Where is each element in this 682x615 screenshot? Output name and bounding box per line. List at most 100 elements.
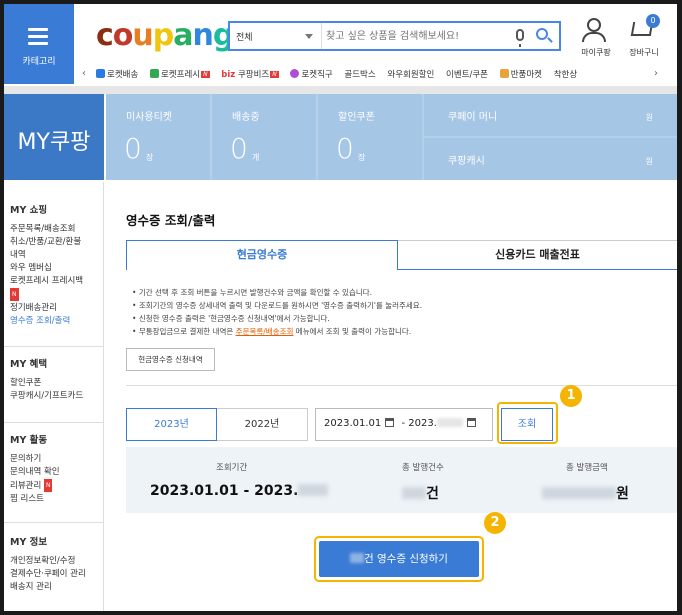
sidebar-item-inquiry[interactable]: 문의하기	[10, 453, 60, 466]
calendar-icon[interactable]	[466, 418, 476, 427]
sidebar-item-fresh-bag[interactable]: 로켓프레시 프레시백 N	[10, 275, 83, 302]
new-badge: N	[10, 288, 19, 301]
category-item-return-market[interactable]: 반품마켓	[499, 69, 542, 80]
summary-panel: 조회기간 2023.01.01 - 2023. 총 발행건수 건 총 발행금액 …	[126, 447, 677, 513]
microphone-icon[interactable]	[516, 29, 524, 47]
coupang-logo[interactable]: coupang	[96, 18, 234, 53]
chevron-down-icon	[305, 34, 313, 39]
calendar-icon[interactable]	[385, 418, 395, 427]
cash-label: 쿠팡캐시	[448, 156, 485, 167]
notice-item: 신청한 영수증 출력은 '현금영수증 신청내역'에서 가능합니다.	[132, 312, 422, 325]
category-item-rocket[interactable]: 로켓배송	[96, 69, 139, 80]
search-icon[interactable]	[536, 28, 548, 40]
category-item-goldbox[interactable]: 골드박스	[344, 70, 375, 80]
highlight-box-1	[497, 402, 558, 444]
stat-unit: 장	[358, 153, 366, 162]
sidebar-item-cancel-return-history[interactable]: 내역	[10, 249, 83, 262]
summary-amount-suffix: 원	[616, 486, 629, 502]
stat-in-delivery[interactable]: 배송중 0 개	[212, 94, 316, 180]
new-badge: N	[270, 71, 279, 78]
sidebar-item-subscription[interactable]: 정기배송관리	[10, 302, 83, 315]
stat-coupons[interactable]: 할인쿠폰 0 장	[318, 94, 422, 180]
sidebar-group-title: MY 혜택	[10, 359, 48, 370]
tab-cash-receipt[interactable]: 현금영수증	[126, 240, 398, 270]
sidebar-item-wishlist[interactable]: 찜 리스트	[10, 493, 60, 506]
sidebar-item-coupons[interactable]: 할인쿠폰	[10, 377, 83, 390]
summary-amount-label: 총 발행금액	[566, 463, 608, 473]
page-title: 영수증 조회/출력	[126, 213, 216, 228]
sidebar-item-address[interactable]: 배송지 관리	[10, 581, 86, 594]
stat-label: 할인쿠폰	[338, 112, 375, 123]
category-menu-button[interactable]: 카테고리	[4, 4, 74, 84]
cart-button[interactable]: 0 장바구니	[626, 14, 662, 58]
new-badge: N	[43, 479, 53, 492]
sidebar-item-payment[interactable]: 결제수단·쿠페이 관리	[10, 568, 86, 581]
stat-label: 배송중	[232, 112, 260, 123]
coupay-money[interactable]: 쿠페이 머니 원	[424, 94, 677, 136]
search-scope-select[interactable]: 전체	[230, 23, 322, 49]
date-to: 2023.	[408, 418, 437, 429]
sidebar: MY 쇼핑 주문목록/배송조회 취소/반품/교환/환불 내역 와우 멤버십 로켓…	[4, 182, 104, 611]
receipt-history-button[interactable]: 현금영수증 신청내역	[126, 348, 215, 371]
summary-amount-value: 원	[542, 483, 629, 503]
category-item-label: 로켓배송	[107, 70, 139, 80]
globe-icon	[290, 69, 300, 78]
chevron-right-icon[interactable]: ›	[654, 68, 658, 79]
stat-value: 0	[124, 132, 142, 165]
sidebar-item-reviews[interactable]: 리뷰관리 N	[10, 479, 60, 493]
year-2022-button[interactable]: 2022년	[217, 408, 308, 441]
rocket-icon	[96, 69, 105, 78]
sidebar-item-profile[interactable]: 개인정보확인/수정	[10, 555, 86, 568]
notice-item: 조회기간의 영수증 상세내역 출력 및 다운로드를 원하시면 '영수증 출력하기…	[132, 299, 422, 312]
sidebar-item-inquiry-history[interactable]: 문의내역 확인	[10, 466, 60, 479]
sidebar-group-info: MY 정보 개인정보확인/수정 결제수단·쿠페이 관리 배송지 관리	[10, 534, 86, 594]
sidebar-group-title: MY 활동	[10, 435, 48, 446]
stat-unit: 장	[146, 153, 154, 162]
user-icon-body	[582, 32, 606, 42]
summary-count-label: 총 발행건수	[402, 463, 444, 473]
notice-list: 기간 선택 후 조회 버튼을 누르시면 발행건수와 금액을 확인할 수 있습니다…	[132, 286, 422, 338]
user-icon	[587, 18, 601, 32]
sidebar-item-orders[interactable]: 주문목록/배송조회	[10, 223, 83, 236]
browser-frame: 카테고리 coupang 전체 마이쿠팡 0 장바구니 ‹ 로켓배송 로켓프레시…	[4, 4, 677, 611]
cash-label: 쿠페이 머니	[448, 112, 498, 123]
category-item-wow[interactable]: 와우회원할인	[387, 70, 434, 80]
summary-period-value: 2023.01.01 - 2023.	[150, 483, 329, 499]
chevron-left-icon[interactable]: ‹	[82, 68, 86, 79]
category-item-label: 쿠팡비즈	[237, 70, 270, 80]
sidebar-item-cash-giftcard[interactable]: 쿠팡캐시/기프트카드	[10, 390, 83, 403]
tab-card-slip[interactable]: 신용카드 매출전표	[398, 240, 677, 270]
mypage-button[interactable]: 마이쿠팡	[578, 18, 614, 58]
callout-badge-2: 2	[484, 512, 506, 534]
sidebar-divider	[4, 522, 104, 523]
sidebar-item-label: 리뷰관리	[10, 481, 42, 491]
sidebar-item-wow-membership[interactable]: 와우 멤버십	[10, 262, 83, 275]
summary-count-value: 건	[402, 483, 439, 503]
search-bar: 전체	[228, 21, 561, 51]
category-item-good[interactable]: 착한상	[554, 70, 577, 80]
sidebar-item-cancel-return[interactable]: 취소/반품/교환/환불	[10, 236, 83, 249]
sidebar-item-label: 로켓프레시 프레시백	[10, 276, 84, 286]
notice-item: 기간 선택 후 조회 버튼을 누르시면 발행건수와 금액을 확인할 수 있습니다…	[132, 286, 422, 299]
year-2023-button[interactable]: 2023년	[126, 408, 217, 441]
sidebar-group-activity: MY 활동 문의하기 문의내역 확인 리뷰관리 N 찜 리스트	[10, 432, 60, 506]
category-item-label: 반품마켓	[510, 70, 542, 80]
stat-unused-tickets[interactable]: 미사용티켓 0 장	[106, 94, 210, 180]
cash-unit: 원	[645, 113, 653, 122]
sidebar-divider	[4, 346, 104, 347]
my-coupang-title[interactable]: MY쿠팡	[4, 94, 104, 180]
search-input[interactable]	[326, 26, 506, 46]
date-range-input[interactable]: 2023.01.01 - 2023.	[315, 408, 493, 441]
category-item-biz[interactable]: biz 쿠팡비즈 N	[221, 70, 279, 80]
coupang-cash[interactable]: 쿠팡캐시 원	[424, 138, 677, 180]
category-item-event[interactable]: 이벤트/쿠폰	[446, 70, 488, 80]
category-item-label: 로켓프레시	[160, 70, 201, 80]
summary-count-suffix: 건	[426, 486, 439, 502]
category-item-label: 로켓직구	[301, 70, 333, 80]
category-item-global[interactable]: 로켓직구	[290, 69, 333, 80]
orders-link[interactable]: 주문목록/배송조회	[236, 327, 294, 336]
category-item-fresh[interactable]: 로켓프레시 N	[149, 69, 210, 80]
highlight-box-2	[314, 536, 484, 582]
sidebar-item-receipts[interactable]: 영수증 조회/출력	[10, 315, 83, 328]
notice-text: 무통장입금으로 결제한 내역은	[138, 327, 236, 336]
